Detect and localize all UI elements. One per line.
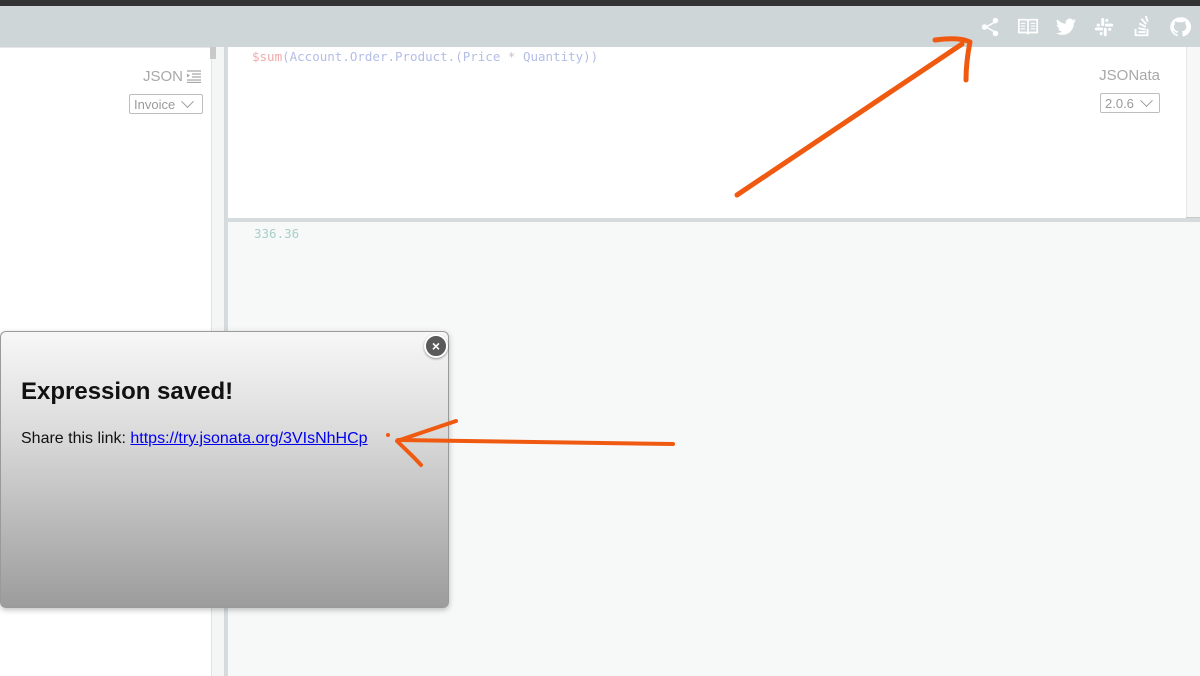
result-value: 336.36 <box>254 226 300 241</box>
expression-editor[interactable]: $sum(Account.Order.Product.(Price * Quan… <box>228 47 1186 218</box>
book-icon[interactable] <box>1016 15 1040 39</box>
left-scrollbar-thumb[interactable] <box>210 47 216 59</box>
version-select[interactable]: 2.0.6 <box>1100 93 1160 113</box>
twitter-icon[interactable] <box>1054 15 1078 39</box>
code-function: $sum <box>252 49 283 64</box>
chevron-down-icon <box>181 94 195 108</box>
toolbar-icons <box>978 6 1192 47</box>
stackoverflow-icon[interactable] <box>1130 15 1154 39</box>
expression-code[interactable]: $sum(Account.Order.Product.(Price * Quan… <box>252 49 598 64</box>
modal-title: Expression saved! <box>21 378 234 405</box>
share-link-prefix: Share this link: <box>21 430 126 447</box>
slack-icon[interactable] <box>1092 15 1116 39</box>
format-indent-icon[interactable] <box>187 70 201 84</box>
share-icon[interactable] <box>978 15 1002 39</box>
editor-scrollbar[interactable] <box>1186 47 1200 220</box>
close-button[interactable]: × <box>424 334 448 358</box>
jsonata-exerciser: JSON Invoice $sum(Account.Order.Product.… <box>0 0 1200 676</box>
toolbar <box>0 6 1200 47</box>
chevron-down-icon <box>1140 93 1153 107</box>
sample-select-value: Invoice <box>134 96 176 112</box>
share-modal: × Expression saved! Share this link: htt… <box>0 331 449 608</box>
github-icon[interactable] <box>1168 15 1192 39</box>
version-select-value: 2.0.6 <box>1105 95 1134 111</box>
share-link[interactable]: https://try.jsonata.org/3VIsNhHCp <box>130 430 367 447</box>
json-label-text: JSON <box>142 68 183 85</box>
json-label: JSON <box>143 68 201 85</box>
share-link-line: Share this link: https://try.jsonata.org… <box>21 430 368 448</box>
jsonata-label: JSONata <box>1099 67 1160 84</box>
code-args-start: (Account.Order.Product.(Price <box>282 49 508 64</box>
sample-select[interactable]: Invoice <box>129 94 203 114</box>
code-args-end: Quantity)) <box>515 49 599 64</box>
